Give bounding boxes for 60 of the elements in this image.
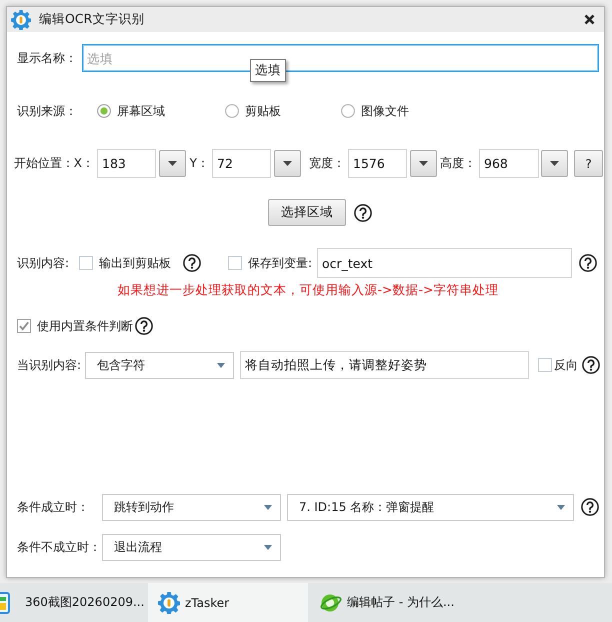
- taskbar-item[interactable]: zTasker: [148, 583, 308, 622]
- checkbox-option[interactable]: 反向: [538, 356, 578, 374]
- number-input[interactable]: 1576: [348, 149, 407, 178]
- field-label: 显示名称：: [17, 50, 77, 66]
- tooltip: 选填: [250, 59, 286, 82]
- caret-icon: [217, 362, 225, 368]
- taskbar-item[interactable]: 编辑帖子 - 为什么...: [308, 583, 466, 622]
- help-icon[interactable]: [582, 356, 600, 374]
- help-button[interactable]: ?: [574, 150, 603, 177]
- select-area-button[interactable]: 选择区域: [268, 199, 346, 226]
- dropdown[interactable]: 7. ID:15 名称：弹窗提醒: [287, 494, 574, 520]
- help-icon[interactable]: [183, 254, 201, 272]
- help-icon[interactable]: [135, 317, 153, 335]
- dropdown-button[interactable]: [410, 150, 437, 177]
- dropdown-button[interactable]: [274, 150, 301, 177]
- variable-input[interactable]: ocr_text: [317, 248, 572, 278]
- caret-icon: [168, 161, 177, 166]
- field-label: X：: [74, 155, 94, 172]
- field-label: 高度：: [440, 155, 476, 172]
- caret-icon: [557, 504, 565, 510]
- window-title: 编辑OCR文字识别: [39, 11, 144, 28]
- caret-icon: [283, 161, 292, 166]
- number-input[interactable]: 183: [97, 149, 156, 178]
- field-label: 当识别内容:: [17, 356, 82, 374]
- dropdown[interactable]: 包含字符: [85, 352, 234, 378]
- field-label: 识别来源：: [17, 102, 78, 120]
- help-icon[interactable]: [354, 204, 372, 222]
- field-label: 条件不成立时：: [17, 538, 102, 556]
- field-label: Y：: [190, 155, 209, 172]
- close-icon: [584, 14, 595, 25]
- caret-icon: [419, 161, 428, 166]
- checkbox-option[interactable]: 使用内置条件判断: [17, 318, 133, 334]
- dropdown-button[interactable]: [159, 150, 186, 177]
- taskbar-item[interactable]: 360截图20260209...: [0, 583, 148, 622]
- caret-icon: [550, 161, 559, 166]
- field-label: 开始位置：: [14, 155, 74, 172]
- number-input[interactable]: 968: [479, 149, 539, 178]
- field-label: 宽度：: [309, 155, 345, 172]
- dropdown[interactable]: 退出流程: [102, 534, 281, 560]
- planet-icon: [320, 592, 342, 614]
- dropdown[interactable]: 跳转到动作: [102, 494, 281, 520]
- help-icon[interactable]: [579, 254, 597, 272]
- hint-text: 如果想进一步处理获取的文本，可使用输入源->数据->字符串处理: [118, 282, 498, 298]
- radio-option[interactable]: 屏幕区域: [97, 102, 165, 120]
- checkbox-option[interactable]: 输出到剪贴板: [79, 254, 171, 272]
- checkbox-option[interactable]: 保存到变量:: [228, 254, 312, 272]
- help-icon[interactable]: [581, 498, 599, 516]
- field-label: 识别内容:: [17, 254, 70, 272]
- gear-icon: [158, 592, 180, 614]
- radio-option[interactable]: 剪贴板: [225, 102, 281, 120]
- text-input[interactable]: 将自动拍照上传，请调整好姿势: [240, 351, 529, 379]
- dropdown-button[interactable]: [541, 150, 568, 177]
- field-label: 条件成立时：: [17, 498, 90, 516]
- gear-icon: [11, 10, 31, 30]
- picture-icon: [0, 592, 10, 614]
- caret-icon: [264, 504, 272, 510]
- caret-icon: [264, 544, 272, 550]
- close-button[interactable]: [584, 14, 595, 25]
- radio-option[interactable]: 图像文件: [341, 102, 409, 120]
- number-input[interactable]: 72: [212, 149, 271, 178]
